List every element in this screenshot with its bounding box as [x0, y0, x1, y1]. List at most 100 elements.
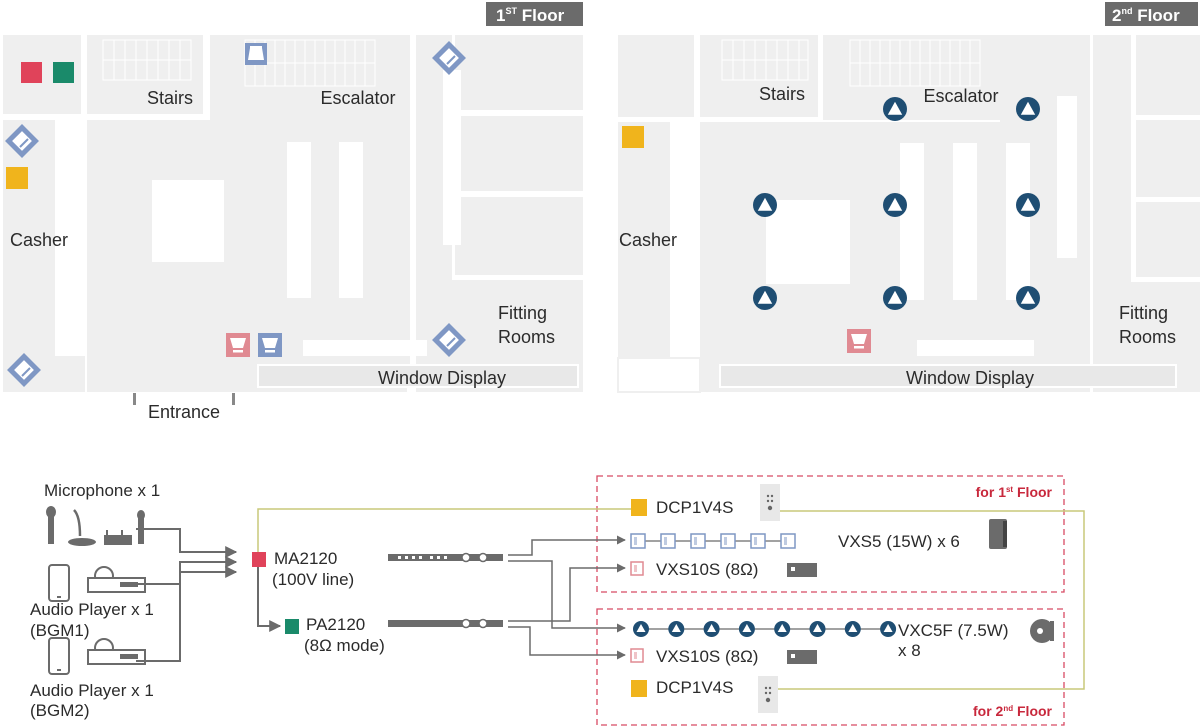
pa2120-rack-icon — [388, 618, 503, 629]
label-casher: Casher — [10, 230, 68, 250]
dcp-label-1st: DCP1V4S — [656, 498, 733, 517]
wire-ma-to-vxs5 — [508, 535, 626, 556]
vxc5f-ceiling-speaker-icon — [1016, 286, 1040, 310]
vxc5f-chain-speaker-icon — [774, 621, 791, 637]
cd-player-icon-1 — [87, 566, 146, 593]
pa2120-label: PA2120 — [306, 615, 365, 634]
vxc5f-chain-speaker-icon — [703, 621, 720, 637]
label-rooms: Rooms — [498, 327, 555, 347]
wire-pa-to-vxs10-2nd — [508, 626, 626, 660]
vxs10s-icon-2nd — [630, 648, 644, 663]
handheld-mic-icon — [46, 506, 56, 544]
display-table-center-2 — [766, 200, 850, 284]
label-entrance: Entrance — [148, 402, 220, 422]
pa2120-marker — [53, 62, 74, 83]
shelf-2-1 — [900, 143, 924, 300]
vxs10s-product-icon-1st — [787, 563, 817, 577]
vxs10s-product-icon-2nd — [787, 650, 817, 664]
display-table-center — [152, 180, 224, 262]
room-top-left-2 — [618, 35, 694, 117]
dcp-marker-2nd — [622, 126, 644, 148]
fitting-room-2-1 — [1136, 35, 1200, 115]
room-escalator-2 — [823, 35, 1023, 120]
vxc5f-label: VXC5F (7.5W) — [898, 621, 1009, 640]
label-fitting: Fitting — [498, 303, 547, 323]
vxc5f-ceiling-speaker-icon — [883, 193, 907, 217]
label-casher-2: Casher — [619, 230, 677, 250]
label-escalator: Escalator — [320, 88, 395, 108]
ma2120-icon — [252, 552, 266, 567]
vxc5f-chain-speaker-icon — [844, 621, 861, 637]
label-rooms-2: Rooms — [1119, 327, 1176, 347]
smartphone-icon-1 — [48, 564, 70, 602]
shelf-2-3 — [1006, 143, 1030, 300]
vxc5f-product-icon — [1030, 619, 1054, 643]
wire-ma-to-vxc5f — [508, 560, 626, 633]
fitting-room-2-2 — [1136, 120, 1200, 197]
floor-badge-2nd: 2nd Floor — [1105, 2, 1198, 26]
wire-pa-to-vxs10-1st — [508, 563, 626, 622]
pa2120-mode: (8Ω mode) — [304, 636, 385, 655]
shelf-2 — [339, 142, 363, 298]
vxc5f-ceiling-speaker-icon — [883, 286, 907, 310]
vxs10s-speaker-icon — [847, 329, 871, 353]
vxc5f-speaker-chain — [633, 621, 897, 637]
ma2120-mode: (100V line) — [272, 570, 354, 589]
player2-sub: (BGM2) — [30, 701, 90, 720]
vxs10s-speaker-icon — [226, 333, 250, 357]
vxc5f-ceiling-speaker-icon — [883, 97, 907, 121]
vxs5-chain-speaker-icon — [690, 533, 706, 549]
dcp-marker-1st — [6, 167, 28, 189]
display-counter — [303, 340, 427, 356]
system-diagram: for 1st Floor for 2nd Floor Microphone x… — [30, 475, 1085, 726]
vxs5-speaker-chain — [630, 533, 796, 549]
shelf-5 — [443, 70, 461, 245]
control-line-dcp — [257, 508, 632, 552]
label-window-display: Window Display — [378, 368, 506, 388]
player1-label: Audio Player x 1 — [30, 600, 154, 619]
vxc5f-chain-speaker-icon — [668, 621, 685, 637]
system-layout-diagram: 1ST Floor Stairs Escalator Casher Fittin… — [3, 2, 1200, 726]
entrance-mark-left — [133, 393, 136, 405]
vxc5f-chain-speaker-icon — [809, 621, 826, 637]
vxc5f-chain-speaker-icon — [633, 621, 649, 637]
vxs5-speaker-icon — [245, 43, 267, 65]
wire-mic — [136, 528, 238, 558]
vxc5f-ceiling-speaker-icon — [753, 286, 777, 310]
casher-lower-2 — [617, 357, 701, 393]
vxs5-chain-speaker-icon — [720, 533, 736, 549]
vxs10s-label-2nd: VXS10S (8Ω) — [656, 647, 758, 666]
fitting-room-2-3 — [1136, 202, 1200, 277]
microphone-label: Microphone x 1 — [44, 481, 160, 500]
label-stairs: Stairs — [147, 88, 193, 108]
dcp-icon-2nd — [631, 680, 647, 697]
vxs5-speaker-icon — [258, 333, 282, 357]
gooseneck-mic-icon — [68, 509, 96, 546]
wireless-mic-icon — [104, 510, 145, 545]
shelf-2-4 — [1057, 96, 1077, 258]
vxs5-product-icon — [989, 519, 1007, 549]
label-window-display-2: Window Display — [906, 368, 1034, 388]
label-stairs-2: Stairs — [759, 84, 805, 104]
label-fitting-2: Fitting — [1119, 303, 1168, 323]
vxs10s-icon-1st — [630, 561, 644, 576]
dcp-panel-icon-1st — [760, 484, 780, 521]
fitting-room-3 — [455, 197, 583, 275]
ma2120-marker — [21, 62, 42, 83]
pa2120-icon — [285, 619, 299, 634]
vxs5-chain-speaker-icon — [660, 533, 676, 549]
dcp-label-2nd: DCP1V4S — [656, 678, 733, 697]
player2-label: Audio Player x 1 — [30, 681, 154, 700]
room-stairs-2 — [700, 35, 818, 117]
shelf-1 — [287, 142, 311, 298]
dcp-panel-icon-2nd — [758, 676, 778, 713]
floor-badge-1st: 1ST Floor — [486, 2, 583, 26]
display-counter-2 — [917, 340, 1034, 356]
smartphone-icon-2 — [48, 637, 70, 675]
group-2nd-title: for 2nd Floor — [973, 703, 1053, 719]
floor-plan-2nd: 2nd Floor Stairs Escalator Casher Fittin… — [617, 2, 1200, 393]
vxc5f-count: x 8 — [898, 641, 921, 660]
group-1st-title: for 1st Floor — [976, 484, 1053, 500]
vxc5f-chain-speaker-icon — [880, 621, 897, 637]
vxs5-chain-speaker-icon — [630, 533, 646, 549]
